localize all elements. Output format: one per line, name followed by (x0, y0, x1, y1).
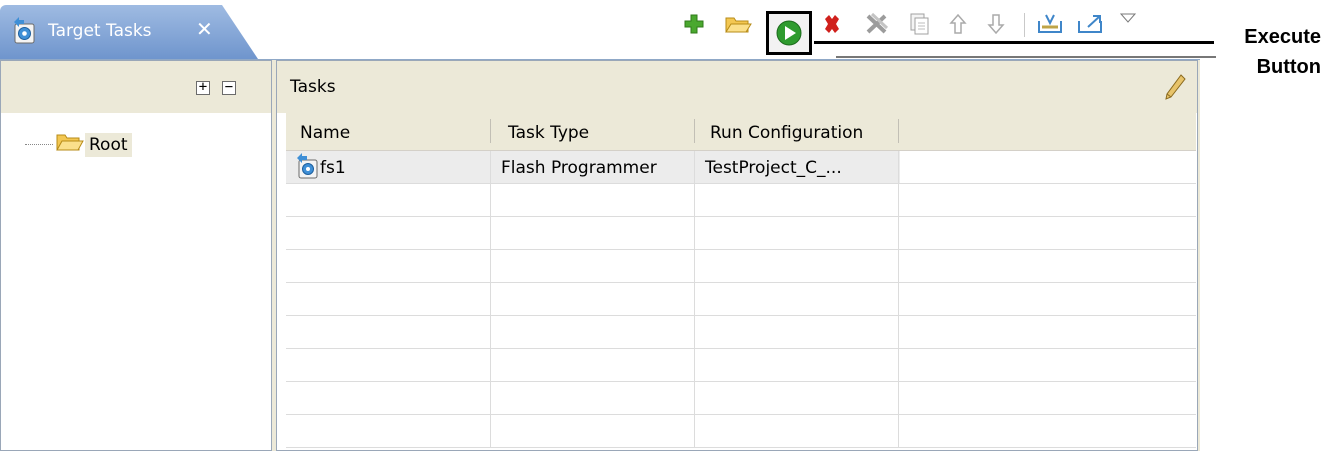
copy-icon[interactable] (903, 7, 935, 41)
import-icon[interactable] (1034, 7, 1066, 41)
tree-item-root[interactable]: Root (25, 131, 132, 158)
expand-all-button[interactable]: + (196, 80, 210, 95)
column-line (694, 217, 695, 250)
target-task-icon (295, 152, 321, 182)
column-line (490, 316, 491, 349)
table-row[interactable] (286, 349, 1196, 382)
execute-icon (776, 20, 802, 46)
view-menu-icon[interactable] (1112, 1, 1144, 35)
column-line (490, 250, 491, 283)
toolbar-separator (1024, 13, 1025, 37)
task-type: Flash Programmer (501, 158, 657, 178)
delete-all-icon[interactable] (860, 7, 892, 41)
column-divider[interactable] (694, 119, 695, 143)
column-line (694, 250, 695, 283)
column-divider[interactable] (490, 119, 491, 143)
table-row[interactable]: fs1 Flash Programmer TestProject_C_... (286, 151, 1196, 184)
column-line (898, 415, 899, 448)
table-row[interactable] (286, 184, 1196, 217)
column-line (694, 151, 695, 184)
add-icon[interactable] (678, 7, 710, 41)
column-line (490, 217, 491, 250)
target-task-icon (12, 16, 38, 46)
pencil-icon[interactable] (1163, 73, 1187, 106)
move-down-icon[interactable] (980, 7, 1012, 41)
delete-icon[interactable] (816, 7, 848, 41)
tree-pane-header: + − (1, 61, 271, 113)
tasks-pane: Tasks Name Task Type Run Configuration f… (276, 60, 1198, 451)
column-line (898, 250, 899, 283)
callout-line-1: Execute (1244, 26, 1321, 48)
column-line (898, 217, 899, 250)
column-line (898, 382, 899, 415)
callout-line-2: Button (1256, 56, 1321, 78)
table-row[interactable] (286, 316, 1196, 349)
empty-rows (286, 184, 1196, 448)
tree-pane: + − Root (0, 60, 272, 451)
column-line (490, 349, 491, 382)
callout-line-shadow (836, 56, 1216, 58)
tab-target-tasks[interactable]: Target Tasks ✕ (0, 5, 258, 59)
table-row[interactable] (286, 382, 1196, 415)
column-line (898, 151, 899, 184)
column-line (490, 283, 491, 316)
export-icon[interactable] (1074, 7, 1106, 41)
tree-item-label: Root (85, 132, 132, 157)
view-tab-bar: Target Tasks ✕ (0, 3, 1200, 60)
column-divider[interactable] (898, 119, 899, 143)
column-line (694, 283, 695, 316)
column-line (694, 184, 695, 217)
tasks-pane-header: Tasks (277, 61, 1197, 113)
column-line (490, 382, 491, 415)
execute-button-callout: Execute Button (1213, 22, 1321, 82)
task-run-configuration: TestProject_C_... (705, 158, 842, 178)
column-line (694, 349, 695, 382)
column-header-run-configuration[interactable]: Run Configuration (710, 123, 863, 143)
tree-connector (25, 144, 53, 145)
column-line (898, 349, 899, 382)
column-header-task-type[interactable]: Task Type (508, 123, 589, 143)
callout-line (814, 41, 1214, 44)
column-line (694, 316, 695, 349)
table-header: Name Task Type Run Configuration (286, 113, 1196, 151)
column-line (490, 415, 491, 448)
close-icon[interactable]: ✕ (196, 18, 213, 40)
column-line (898, 283, 899, 316)
table-row[interactable] (286, 250, 1196, 283)
table-row[interactable] (286, 283, 1196, 316)
task-name: fs1 (320, 158, 346, 178)
move-up-icon[interactable] (942, 7, 974, 41)
collapse-all-button[interactable]: − (222, 80, 236, 95)
column-header-name[interactable]: Name (300, 123, 350, 143)
tasks-table: Name Task Type Run Configuration fs1 Fla… (286, 113, 1196, 448)
table-row[interactable] (286, 415, 1196, 448)
table-row[interactable] (286, 217, 1196, 250)
execute-button[interactable] (766, 11, 812, 55)
target-tasks-view: Target Tasks ✕ + − Root Tasks Name Task … (0, 3, 1200, 451)
folder-icon (55, 131, 85, 158)
column-line (694, 382, 695, 415)
column-line (694, 415, 695, 448)
tasks-title: Tasks (290, 77, 336, 97)
column-line (490, 151, 491, 184)
column-line (898, 316, 899, 349)
open-folder-icon[interactable] (722, 7, 754, 41)
column-line (898, 184, 899, 217)
tab-title: Target Tasks (48, 21, 152, 41)
column-line (490, 184, 491, 217)
